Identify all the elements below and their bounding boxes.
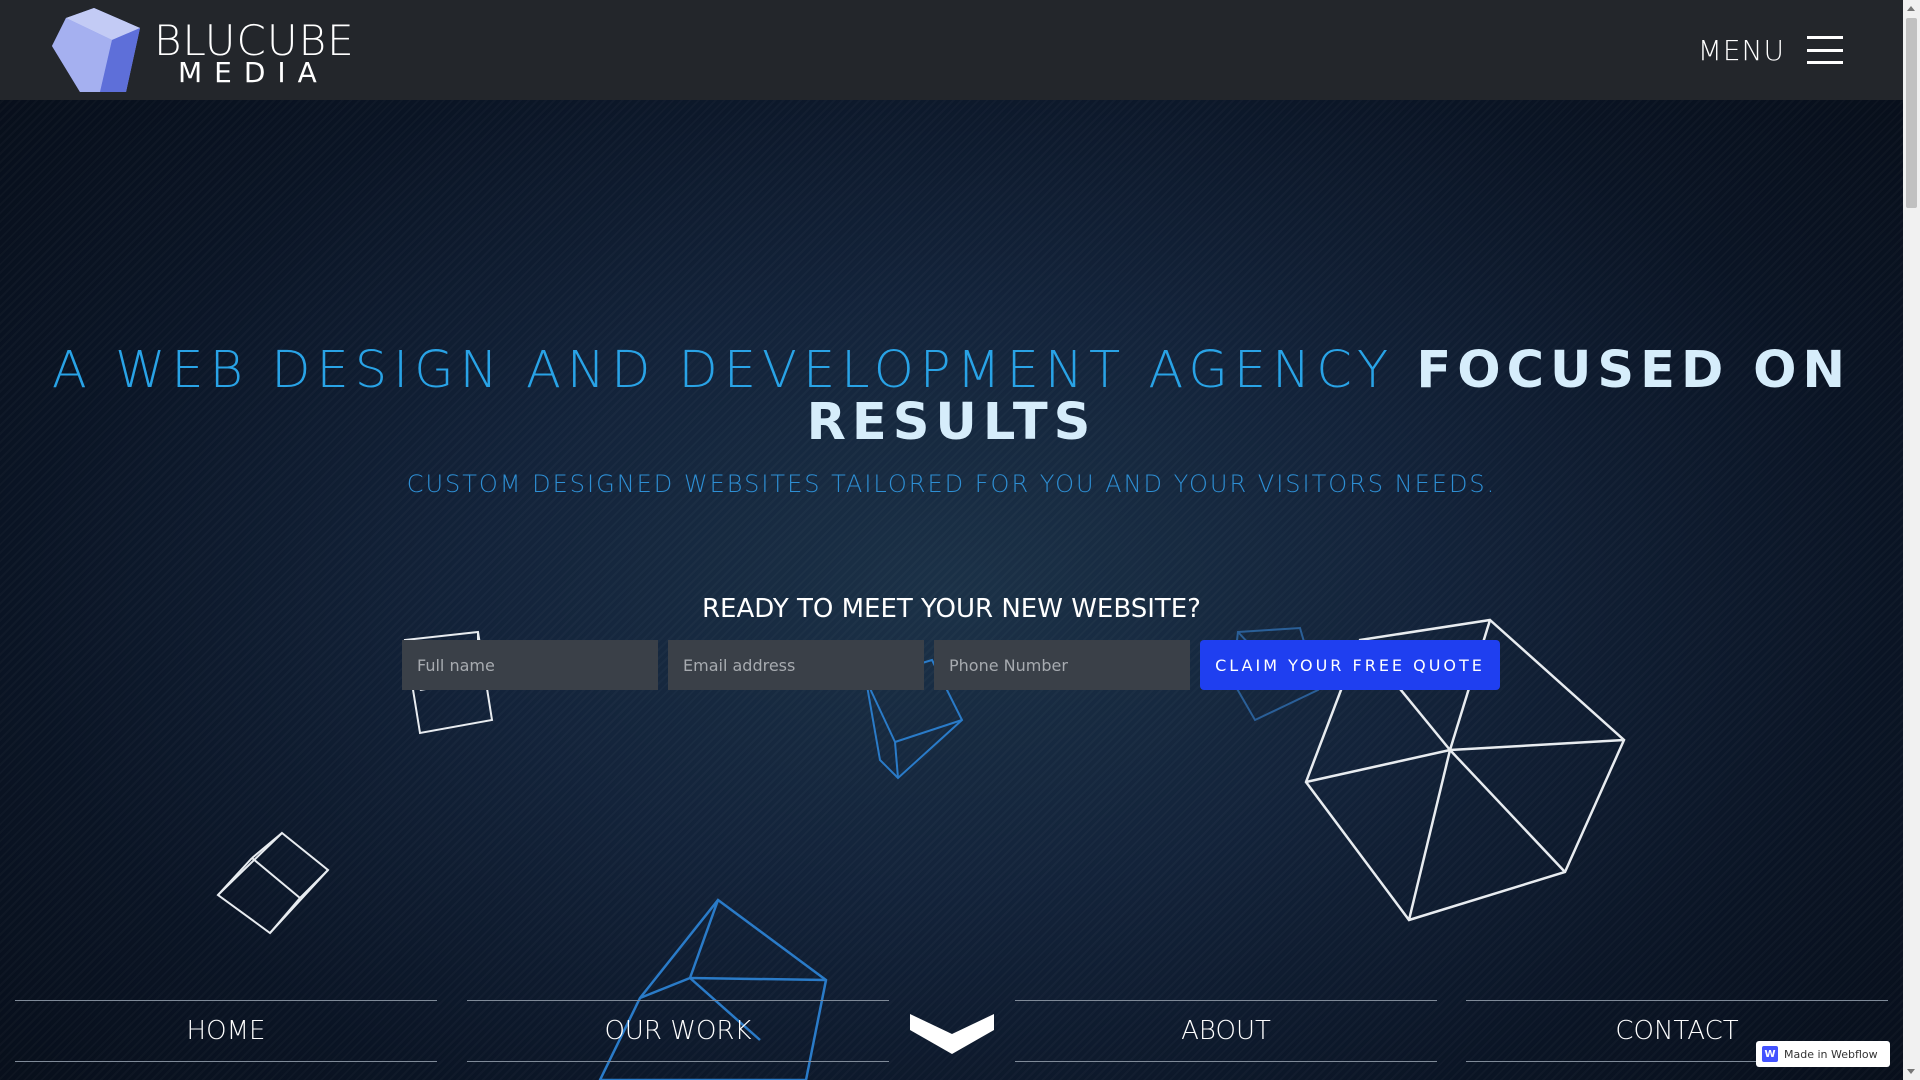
quote-form: CLAIM YOUR FREE QUOTE	[402, 640, 1500, 690]
logo-wordmark-bottom: MEDIA	[178, 56, 329, 89]
claim-quote-button[interactable]: CLAIM YOUR FREE QUOTE	[1200, 640, 1500, 690]
site-logo[interactable]: BLUCUBE MEDIA	[50, 6, 360, 94]
bottom-nav-home[interactable]: HOME	[15, 1000, 437, 1062]
menu-toggle[interactable]: MENU	[1698, 26, 1843, 74]
hero-subtitle: CUSTOM DESIGNED WEBSITES TAILORED FOR YO…	[406, 470, 1497, 498]
page-background: A WEB DESIGN AND DEVELOPMENT AGENCY FOCU…	[0, 0, 1903, 1080]
chevron-down-icon[interactable]	[910, 1014, 994, 1054]
webflow-logo-icon: W	[1762, 1046, 1778, 1062]
menu-label: MENU	[1697, 33, 1785, 67]
site-header: BLUCUBE MEDIA MENU	[0, 0, 1903, 100]
page-scrollbar[interactable]	[1903, 0, 1920, 1080]
scroll-up-arrow-icon[interactable]	[1907, 6, 1915, 11]
bottom-nav-our-work[interactable]: OUR WORK	[467, 1000, 889, 1062]
quote-form-heading: READY TO MEET YOUR NEW WEBSITE?	[701, 594, 1201, 624]
badge-label: Made in Webflow	[1784, 1047, 1878, 1061]
full-name-input[interactable]	[402, 640, 658, 690]
scroll-down-arrow-icon[interactable]	[1907, 1069, 1915, 1074]
left-cube-outline	[216, 831, 330, 935]
made-in-webflow-badge[interactable]: W Made in Webflow	[1756, 1041, 1890, 1067]
phone-input[interactable]	[934, 640, 1190, 690]
cube-logo-icon	[52, 8, 140, 92]
decorative-cubes	[216, 618, 1626, 1080]
hero-headline: A WEB DESIGN AND DEVELOPMENT AGENCY FOCU…	[0, 345, 1903, 449]
scrollbar-thumb[interactable]	[1906, 18, 1917, 208]
email-input[interactable]	[668, 640, 924, 690]
hero-headline-light: A WEB DESIGN AND DEVELOPMENT AGENCY	[51, 341, 1417, 400]
bottom-nav-about[interactable]: ABOUT	[1015, 1000, 1437, 1062]
hamburger-menu-icon	[1807, 36, 1843, 64]
